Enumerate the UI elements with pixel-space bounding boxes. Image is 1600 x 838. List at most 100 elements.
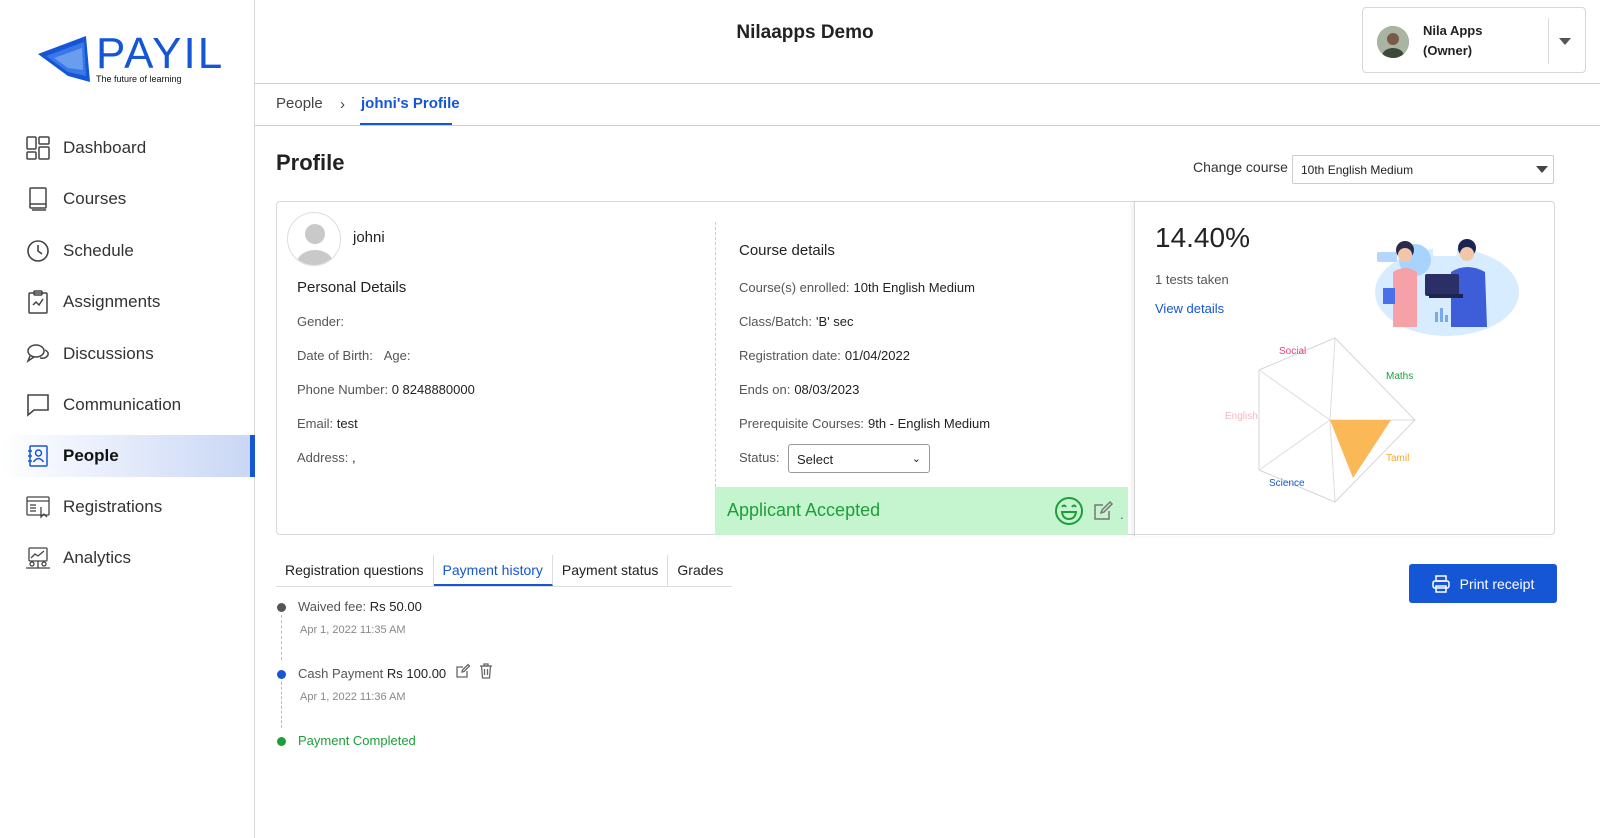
page-title: Profile xyxy=(276,150,345,175)
gender-row: Gender: xyxy=(297,314,344,329)
payil-logo[interactable]: PAYIL The future of learning xyxy=(38,30,222,90)
breadcrumb-people[interactable]: People xyxy=(276,95,323,112)
gender-label: Gender: xyxy=(297,314,344,329)
dob-label: Date of Birth: xyxy=(297,348,373,363)
enrolled-row: Course(s) enrolled: 10th English Medium xyxy=(739,280,975,295)
radar-label-social: Social xyxy=(1279,346,1306,357)
user-menu[interactable]: Nila Apps (Owner) xyxy=(1362,7,1586,73)
timeline-connector xyxy=(281,615,282,660)
tab-payment-status[interactable]: Payment status xyxy=(553,555,669,586)
tab-payment-history[interactable]: Payment history xyxy=(433,555,553,586)
email-value: test xyxy=(336,416,358,431)
prerequisite-row: Prerequisite Courses: 9th - English Mediu… xyxy=(739,416,990,431)
sidebar-item-analytics[interactable]: Analytics xyxy=(0,533,255,585)
app-title: Nilaapps Demo xyxy=(736,22,874,43)
email-label: Email: xyxy=(297,416,334,431)
payment-cash: Cash Payment Rs 100.00 xyxy=(298,666,446,681)
view-details-link[interactable]: View details xyxy=(1155,301,1224,316)
change-course-label: Change course xyxy=(1193,159,1288,175)
caret-down-icon[interactable] xyxy=(1559,38,1571,45)
laughing-face-icon[interactable] xyxy=(1054,496,1084,526)
registration-date-label: Registration date: xyxy=(739,348,841,363)
user-role: (Owner) xyxy=(1423,43,1473,58)
radar-label-maths: Maths xyxy=(1386,371,1413,382)
sidebar-item-label: Assignments xyxy=(63,292,161,312)
sidebar-item-assignments[interactable]: Assignments xyxy=(0,277,255,329)
prerequisite-label: Prerequisite Courses: xyxy=(739,416,864,431)
sidebar-item-label: Schedule xyxy=(63,240,134,260)
brand-name: PAYIL xyxy=(96,29,225,78)
radar-label-english: English xyxy=(1225,411,1258,422)
brand-tagline: The future of learning xyxy=(96,74,182,84)
sidebar-item-communication[interactable]: Communication xyxy=(0,380,255,432)
book-icon xyxy=(25,186,51,212)
printer-icon xyxy=(1431,574,1450,593)
profile-avatar xyxy=(287,212,341,266)
breadcrumb-active-underline xyxy=(360,123,452,125)
edit-icon[interactable] xyxy=(455,663,471,679)
sidebar-item-label: Analytics xyxy=(63,548,132,568)
timeline-dot xyxy=(277,670,286,679)
radar-label-tamil: Tamil xyxy=(1386,453,1409,464)
status-label: Status: xyxy=(739,450,780,465)
timeline-dot xyxy=(277,603,286,612)
clock-icon xyxy=(25,238,51,264)
enrolled-value: 10th English Medium xyxy=(853,280,975,295)
sidebar-item-people[interactable]: People xyxy=(0,435,255,477)
registration-date-row: Registration date: 01/04/2022 xyxy=(739,348,910,363)
profile-name: johni xyxy=(353,229,385,246)
trash-icon[interactable] xyxy=(478,663,494,679)
address-label: Address: xyxy=(297,450,349,465)
people-icon xyxy=(25,443,51,469)
sidebar-item-label: Courses xyxy=(63,189,127,209)
top-header: Nilaapps Demo Nila Apps (Owner) xyxy=(255,0,1600,84)
sidebar-item-courses[interactable]: Courses xyxy=(0,174,255,226)
divider xyxy=(1548,18,1549,64)
score-percentage: 14.40% xyxy=(1155,222,1250,253)
applicant-status-bar: Applicant Accepted . xyxy=(715,487,1128,535)
user-name: Nila Apps xyxy=(1423,23,1483,38)
chevron-down-icon: ⌄ xyxy=(911,453,921,465)
personal-details-title: Personal Details xyxy=(297,279,407,296)
course-select[interactable]: 10th English Medium xyxy=(1292,155,1554,184)
ends-on-value: 08/03/2023 xyxy=(794,382,860,397)
payment-waived-fee: Waived fee: Rs 50.00 xyxy=(298,599,422,614)
radar-label-science: Science xyxy=(1269,478,1305,489)
profile-card: johni Personal Details Gender: Date of B… xyxy=(276,201,1555,536)
message-icon xyxy=(25,392,51,418)
address-value: , xyxy=(351,450,356,465)
edit-icon[interactable] xyxy=(1092,500,1114,522)
registration-icon xyxy=(25,494,51,520)
students-laptop-illustration xyxy=(1375,239,1519,336)
batch-value: 'B' sec xyxy=(815,314,854,329)
chevron-right-icon: › xyxy=(340,96,345,113)
sidebar-item-dashboard[interactable]: Dashboard xyxy=(0,122,255,174)
print-receipt-button[interactable]: Print receipt xyxy=(1409,564,1557,603)
tests-taken: 1 tests taken xyxy=(1155,272,1229,287)
status-select-value: Select xyxy=(797,452,834,467)
payment-amount: Rs 100.00 xyxy=(386,666,447,681)
status-select[interactable]: Select ⌄ xyxy=(788,444,930,473)
clipboard-icon xyxy=(25,289,51,315)
breadcrumb: People › johni's Profile xyxy=(255,84,1600,126)
tab-grades[interactable]: Grades xyxy=(668,555,732,586)
sidebar-nav: Dashboard Courses Schedule Assignments D… xyxy=(0,122,255,584)
applicant-status-text: Applicant Accepted xyxy=(727,500,881,520)
payment-timestamp: Apr 1, 2022 11:35 AM xyxy=(300,624,406,636)
divider xyxy=(715,222,716,512)
caret-down-icon xyxy=(1536,166,1548,173)
status-dot: . xyxy=(1120,507,1124,522)
timeline-connector xyxy=(281,682,282,728)
chat-bubbles-icon xyxy=(25,341,51,367)
email-row: Email: test xyxy=(297,416,358,431)
batch-row: Class/Batch: 'B' sec xyxy=(739,314,853,329)
print-receipt-label: Print receipt xyxy=(1459,575,1535,592)
sidebar-item-registrations[interactable]: Registrations xyxy=(0,481,255,533)
sidebar-item-discussions[interactable]: Discussions xyxy=(0,328,255,380)
sidebar-item-schedule[interactable]: Schedule xyxy=(0,225,255,277)
enrolled-label: Course(s) enrolled: xyxy=(739,280,850,295)
course-details-title: Course details xyxy=(739,242,835,259)
course-select-value: 10th English Medium xyxy=(1301,163,1414,177)
tab-registration-questions[interactable]: Registration questions xyxy=(276,555,434,586)
breadcrumb-current[interactable]: johni's Profile xyxy=(361,95,460,112)
